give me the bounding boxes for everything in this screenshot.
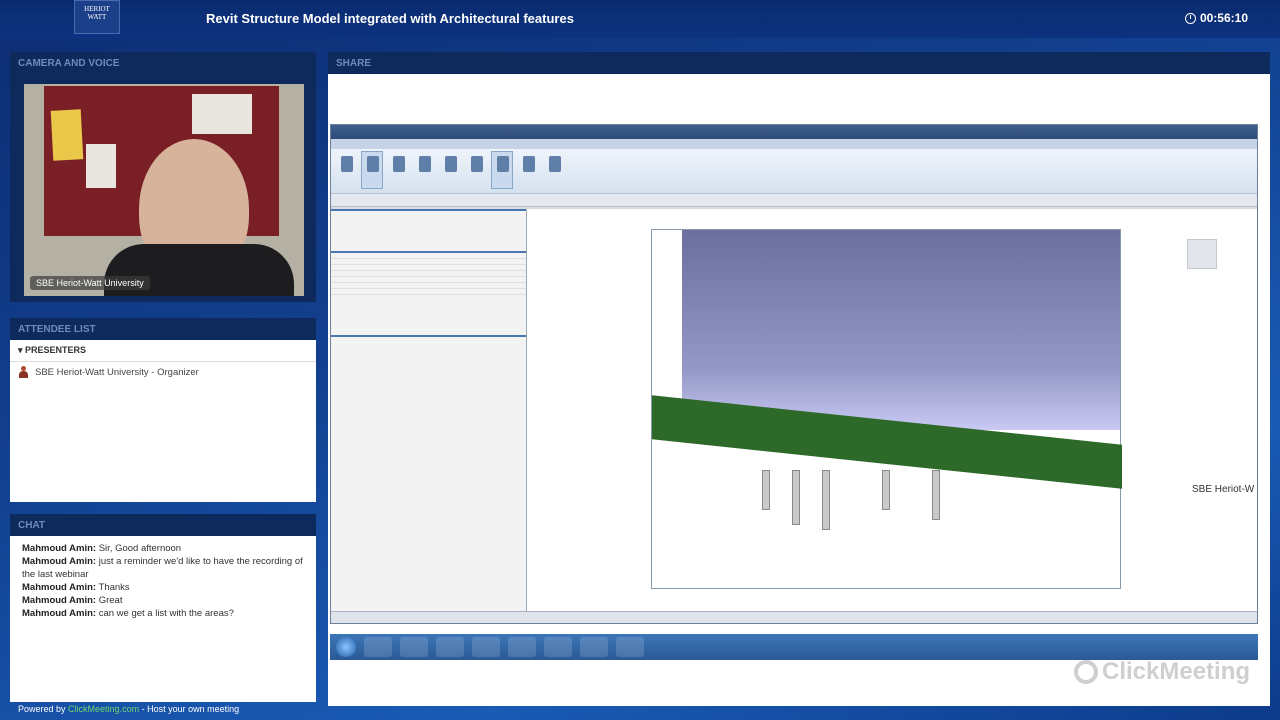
attendee-heading: ATTENDEE LIST [10, 318, 316, 340]
revit-ribbon [331, 149, 1257, 193]
ribbon-button [491, 151, 513, 189]
taskbar-app [364, 637, 392, 657]
camera-label: SBE Heriot-Watt University [30, 276, 150, 290]
chat-author: Mahmoud Amin: [22, 543, 97, 554]
top-bar: HERIOT WATT Revit Structure Model integr… [0, 0, 1280, 38]
camera-video: SBE Heriot-Watt University [24, 84, 304, 296]
revit-ribbon-tabs [331, 139, 1257, 149]
remote-cursor-label: SBE Heriot-W [1192, 484, 1255, 495]
camera-heading: CAMERA AND VOICE [10, 52, 316, 74]
logo-text: HERIOT WATT [84, 5, 110, 21]
powered-by: Powered by ClickMeeting.com - Host your … [18, 704, 239, 714]
camera-panel: SBE Heriot-Watt University [10, 74, 316, 302]
attendee-list: ▾ PRESENTERS SBE Heriot-Watt University … [10, 340, 316, 502]
revit-main [331, 209, 1257, 611]
revit-3d-view [527, 209, 1257, 611]
share-heading: SHARE [328, 52, 1270, 74]
taskbar-app [472, 637, 500, 657]
meeting-timer: 00:56:10 [1184, 11, 1248, 25]
revit-properties-browser [331, 209, 527, 611]
start-button-icon [336, 637, 356, 657]
ribbon-button [543, 151, 565, 189]
chat-author: Mahmoud Amin: [22, 556, 97, 567]
university-logo: HERIOT WATT [74, 0, 120, 34]
taskbar-app [400, 637, 428, 657]
chat-message: Mahmoud Amin: Thanks [22, 581, 304, 594]
chat-text: Great [98, 595, 123, 606]
presenters-group[interactable]: ▾ PRESENTERS [10, 340, 316, 362]
chat-message: Mahmoud Amin: Sir, Good afternoon [22, 542, 304, 555]
ribbon-button [413, 151, 435, 189]
windows-taskbar [330, 634, 1258, 660]
meeting-title: Revit Structure Model integrated with Ar… [206, 11, 574, 26]
clock-icon [1184, 12, 1196, 24]
ribbon-button [361, 151, 383, 189]
property-row [331, 289, 526, 295]
presenters-label: PRESENTERS [25, 345, 87, 355]
chat-panel: Mahmoud Amin: Sir, Good afternoon Mahmou… [10, 536, 316, 702]
revit-titlebar [331, 125, 1257, 139]
ribbon-button [465, 151, 487, 189]
powered-suffix: - Host your own meeting [141, 704, 240, 714]
chat-message: Mahmoud Amin: can we get a list with the… [22, 607, 304, 620]
attendee-item[interactable]: SBE Heriot-Watt University - Organizer [10, 362, 316, 382]
chat-heading: CHAT [10, 514, 316, 536]
building-facade [682, 230, 1120, 430]
clickmeeting-link[interactable]: ClickMeeting.com [68, 704, 139, 714]
pile [932, 470, 940, 520]
pile [792, 470, 800, 525]
foundation-piles [752, 470, 952, 550]
pile [762, 470, 770, 510]
chat-text: Sir, Good afternoon [98, 543, 182, 554]
taskbar-app [544, 637, 572, 657]
viewcube-icon [1187, 239, 1217, 269]
chat-author: Mahmoud Amin: [22, 582, 97, 593]
pile [822, 470, 830, 530]
ribbon-button [387, 151, 409, 189]
ribbon-button [439, 151, 461, 189]
taskbar-app [616, 637, 644, 657]
paper-note [192, 94, 252, 134]
shared-screen-revit [330, 124, 1258, 624]
paper-note [86, 144, 116, 188]
powered-prefix: Powered by [18, 704, 66, 714]
project-browser-header [331, 335, 526, 337]
chat-text: can we get a list with the areas? [98, 608, 234, 619]
building-model [651, 229, 1122, 589]
revit-options-bar [331, 193, 1257, 207]
clickmeeting-logo-icon [1074, 660, 1098, 684]
taskbar-app [580, 637, 608, 657]
ribbon-button [335, 151, 357, 189]
chat-message: Mahmoud Amin: Great [22, 594, 304, 607]
chat-author: Mahmoud Amin: [22, 595, 97, 606]
taskbar-app [508, 637, 536, 657]
type-selector [331, 211, 526, 251]
chat-author: Mahmoud Amin: [22, 608, 97, 619]
pile [882, 470, 890, 510]
attendee-name: SBE Heriot-Watt University - Organizer [35, 366, 199, 378]
person-icon [18, 366, 29, 378]
chat-text: Thanks [98, 582, 130, 593]
revit-status-bar [331, 611, 1257, 623]
ribbon-button [517, 151, 539, 189]
clickmeeting-watermark: ClickMeeting [1074, 658, 1250, 686]
sticky-note [50, 109, 84, 161]
taskbar-app [436, 637, 464, 657]
chat-message: Mahmoud Amin: just a reminder we'd like … [22, 555, 304, 581]
timer-value: 00:56:10 [1199, 11, 1248, 25]
watermark-text: ClickMeeting [1102, 658, 1251, 685]
